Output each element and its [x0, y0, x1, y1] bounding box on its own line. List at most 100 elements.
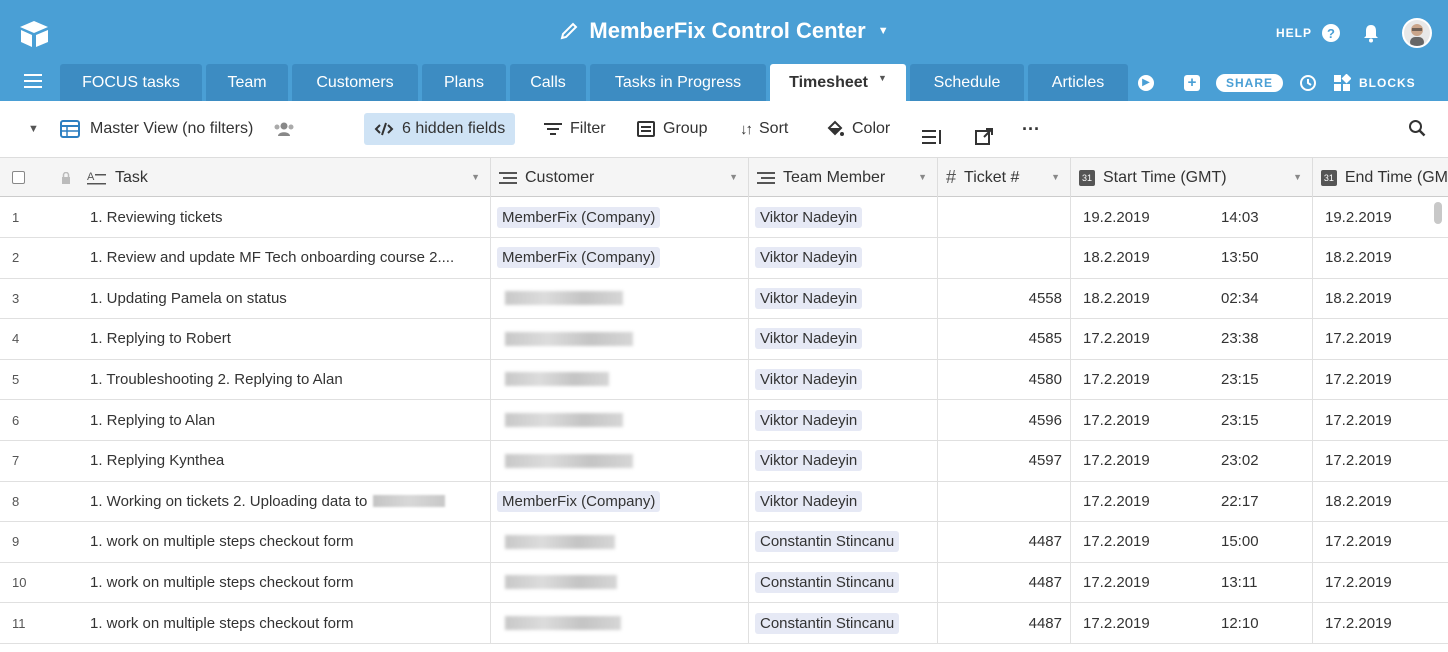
team-member-cell[interactable]: Constantin Stincanu	[749, 521, 938, 562]
ticket-cell[interactable]: 4580	[938, 359, 1071, 400]
team-member-cell[interactable]: Viktor Nadeyin	[749, 440, 938, 481]
table-row[interactable]: 5 1. Troubleshooting 2. Replying to Alan…	[0, 359, 1448, 401]
end-time-cell[interactable]: 17.2.2019	[1313, 522, 1448, 562]
view-switcher[interactable]: Master View (no filters)	[60, 113, 295, 145]
column-header-customer[interactable]: Customer ▼	[491, 158, 749, 197]
view-menu-caret-icon[interactable]: ▼	[28, 113, 39, 145]
customer-cell[interactable]	[491, 359, 749, 400]
hidden-fields-button[interactable]: 6 hidden fields	[364, 113, 516, 145]
team-member-link-pill[interactable]: Viktor Nadeyin	[755, 328, 863, 350]
team-member-link-pill[interactable]: Constantin Stincanu	[755, 531, 900, 553]
row-height-icon[interactable]	[922, 121, 942, 153]
ticket-cell[interactable]	[938, 237, 1071, 278]
task-cell[interactable]: 1. Working on tickets 2. Uploading data …	[70, 481, 491, 522]
column-header-ticket[interactable]: # Ticket # ▼	[938, 158, 1071, 197]
team-member-cell[interactable]: Viktor Nadeyin	[749, 318, 938, 359]
end-time-cell[interactable]: 17.2.2019	[1313, 603, 1448, 643]
start-time-cell[interactable]: 18.2.2019 02:34	[1071, 278, 1313, 319]
column-header-start-time[interactable]: 31 Start Time (GMT) ▼	[1071, 158, 1313, 197]
group-button[interactable]: Group	[637, 113, 707, 145]
end-time-cell[interactable]: 17.2.2019	[1313, 400, 1448, 440]
team-member-link-pill[interactable]: Viktor Nadeyin	[755, 247, 863, 269]
table-row[interactable]: 11 1. work on multiple steps checkout fo…	[0, 603, 1448, 644]
blocks-icon[interactable]	[1333, 73, 1352, 92]
user-avatar[interactable]	[1402, 18, 1432, 48]
task-cell[interactable]: 1. Replying to Alan	[70, 400, 491, 440]
start-time-cell[interactable]: 17.2.2019 22:17	[1071, 481, 1313, 522]
team-member-link-pill[interactable]: Constantin Stincanu	[755, 571, 900, 593]
task-cell[interactable]: 1. work on multiple steps checkout form	[70, 603, 491, 643]
customer-cell[interactable]	[491, 278, 749, 319]
select-all-checkbox[interactable]	[12, 171, 25, 184]
table-row[interactable]: 10 1. work on multiple steps checkout fo…	[0, 562, 1448, 604]
end-time-cell[interactable]: 18.2.2019	[1313, 278, 1448, 318]
ticket-cell[interactable]: 4597	[938, 440, 1071, 481]
customer-link-pill[interactable]: MemberFix (Company)	[497, 247, 661, 269]
team-member-link-pill[interactable]: Viktor Nadeyin	[755, 490, 863, 512]
ticket-cell[interactable]: 4487	[938, 521, 1071, 562]
ticket-cell[interactable]: 4558	[938, 278, 1071, 319]
team-member-link-pill[interactable]: Viktor Nadeyin	[755, 368, 863, 390]
team-member-cell[interactable]: Viktor Nadeyin	[749, 359, 938, 400]
task-cell[interactable]: 1. Replying Kynthea	[70, 440, 491, 481]
start-time-cell[interactable]: 17.2.2019 13:11	[1071, 562, 1313, 603]
customer-cell[interactable]	[491, 603, 749, 643]
end-time-cell[interactable]: 17.2.2019	[1313, 562, 1448, 602]
tab-focus-tasks[interactable]: FOCUS tasks	[60, 64, 202, 101]
team-member-cell[interactable]: Viktor Nadeyin	[749, 481, 938, 522]
history-icon[interactable]	[1299, 74, 1317, 92]
hamburger-menu-icon[interactable]	[24, 74, 42, 88]
sort-button[interactable]: ↓↑ Sort	[740, 113, 788, 145]
add-table-icon[interactable]: +	[1184, 74, 1200, 91]
column-header-task[interactable]: A Task ▼	[0, 158, 491, 197]
task-cell[interactable]: 1. work on multiple steps checkout form	[70, 562, 491, 603]
end-time-cell[interactable]: 19.2.2019	[1313, 197, 1448, 237]
ticket-cell[interactable]: 4585	[938, 318, 1071, 359]
task-cell[interactable]: 1. Review and update MF Tech onboarding …	[70, 237, 491, 278]
start-time-cell[interactable]: 17.2.2019 23:15	[1071, 359, 1313, 400]
table-row[interactable]: 6 1. Replying to Alan Viktor Nadeyin 459…	[0, 400, 1448, 441]
customer-cell[interactable]: MemberFix (Company)	[491, 237, 749, 278]
customer-cell[interactable]	[491, 440, 749, 481]
more-options-icon[interactable]: ···	[1022, 113, 1040, 145]
team-member-cell[interactable]: Constantin Stincanu	[749, 562, 938, 603]
tab-schedule[interactable]: Schedule	[910, 64, 1024, 101]
tab-plans[interactable]: Plans	[422, 64, 506, 101]
table-row[interactable]: 2 1. Review and update MF Tech onboardin…	[0, 237, 1448, 279]
chevron-down-icon[interactable]: ▼	[1051, 172, 1060, 182]
tab-team[interactable]: Team	[206, 64, 288, 101]
start-time-cell[interactable]: 18.2.2019 13:50	[1071, 237, 1313, 278]
chevron-down-icon[interactable]: ▼	[729, 172, 738, 182]
ticket-cell[interactable]	[938, 481, 1071, 522]
ticket-cell[interactable]: 4487	[938, 562, 1071, 603]
team-member-link-pill[interactable]: Viktor Nadeyin	[755, 206, 863, 228]
table-row[interactable]: 8 1. Working on tickets 2. Uploading dat…	[0, 481, 1448, 523]
color-button[interactable]: Color	[826, 113, 890, 145]
customer-cell[interactable]: MemberFix (Company)	[491, 481, 749, 522]
tab-articles[interactable]: Articles	[1028, 64, 1128, 101]
end-time-cell[interactable]: 17.2.2019	[1313, 319, 1448, 359]
customer-cell[interactable]	[491, 521, 749, 562]
table-row[interactable]: 9 1. work on multiple steps checkout for…	[0, 521, 1448, 563]
column-header-team-member[interactable]: Team Member ▼	[749, 158, 938, 197]
team-member-link-pill[interactable]: Viktor Nadeyin	[755, 450, 863, 472]
task-cell[interactable]: 1. Reviewing tickets	[70, 197, 491, 237]
team-member-link-pill[interactable]: Constantin Stincanu	[755, 612, 900, 634]
column-header-end-time[interactable]: 31 End Time (GM	[1313, 158, 1448, 197]
start-time-cell[interactable]: 17.2.2019 12:10	[1071, 603, 1313, 643]
start-time-cell[interactable]: 17.2.2019 23:15	[1071, 400, 1313, 440]
start-time-cell[interactable]: 17.2.2019 23:02	[1071, 440, 1313, 481]
end-time-cell[interactable]: 18.2.2019	[1313, 481, 1448, 521]
base-title[interactable]: MemberFix Control Center ▼	[559, 18, 889, 44]
start-time-cell[interactable]: 17.2.2019 15:00	[1071, 521, 1313, 562]
end-time-cell[interactable]: 17.2.2019	[1313, 441, 1448, 481]
task-cell[interactable]: 1. Updating Pamela on status	[70, 278, 491, 319]
filter-button[interactable]: Filter	[544, 113, 606, 145]
customer-cell[interactable]	[491, 562, 749, 603]
task-cell[interactable]: 1. Replying to Robert	[70, 318, 491, 359]
end-time-cell[interactable]: 17.2.2019	[1313, 359, 1448, 399]
ticket-cell[interactable]: 4487	[938, 603, 1071, 643]
start-time-cell[interactable]: 19.2.2019 14:03	[1071, 197, 1313, 237]
table-row[interactable]: 3 1. Updating Pamela on status Viktor Na…	[0, 278, 1448, 320]
tabs-scroll-right-icon[interactable]: ▶	[1138, 74, 1154, 91]
